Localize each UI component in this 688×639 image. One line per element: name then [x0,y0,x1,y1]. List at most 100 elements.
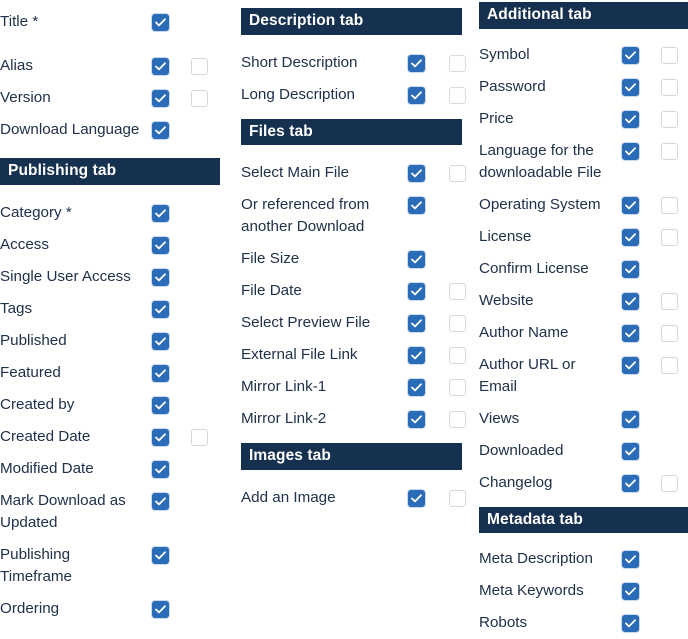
unchecked-checkbox-required-license[interactable] [661,228,678,246]
checked-checkbox-show-file-date[interactable] [408,283,425,300]
checked-checkbox-show-access[interactable] [152,236,169,254]
setting-row-password: Password [479,71,688,103]
unchecked-checkbox-required-long-description[interactable] [449,86,466,104]
unchecked-checkbox-required-author-url-or-email[interactable] [661,356,678,374]
setting-label: Single User Access [0,267,131,285]
checked-checkbox-show-title[interactable] [152,14,169,31]
checked-checkbox-show-category[interactable] [152,204,169,222]
unchecked-checkbox-required-language-for-the-downloadable-file[interactable] [661,142,678,160]
checked-checkbox-show-single-user-access[interactable] [152,268,169,286]
setting-row-created-by: Created by [0,389,235,421]
setting-label: External File Link [241,346,358,363]
checked-checkbox-show-external-file-link[interactable] [408,347,425,364]
checked-checkbox-show-published[interactable] [152,332,169,350]
checked-checkbox-show-mark-download-as-updated[interactable] [152,492,169,510]
checked-checkbox-show-price[interactable] [622,110,639,128]
checked-checkbox-show-operating-system[interactable] [622,196,639,214]
checked-checkbox-show-mirror-link-1[interactable] [408,379,425,396]
setting-label: Modified Date [0,459,94,477]
checked-checkbox-show-meta-description[interactable] [622,551,639,568]
setting-row-downloaded: Downloaded [479,435,688,467]
setting-row-operating-system: Operating System [479,189,688,221]
checked-checkbox-show-ordering[interactable] [152,600,169,618]
checked-checkbox-show-or-referenced-from-another-download[interactable] [408,197,425,214]
checked-checkbox-show-modified-date[interactable] [152,460,169,478]
checked-checkbox-show-views[interactable] [622,410,639,428]
checked-checkbox-show-confirm-license[interactable] [622,260,639,278]
setting-label: Or referenced from another Download [241,196,370,235]
unchecked-checkbox-required-alias[interactable] [191,58,208,75]
checked-checkbox-show-file-size[interactable] [408,251,425,268]
setting-label: Price [479,109,514,127]
checked-checkbox-show-tags[interactable] [152,300,169,318]
checked-checkbox-show-short-description[interactable] [408,54,425,72]
checked-checkbox-show-license[interactable] [622,228,639,246]
checked-checkbox-show-password[interactable] [622,78,639,96]
checked-checkbox-show-author-url-or-email[interactable] [622,356,639,374]
setting-label: Version [0,89,51,106]
checked-checkbox-show-language-for-the-downloadable-file[interactable] [622,142,639,160]
checked-checkbox-show-version[interactable] [152,90,169,107]
checked-checkbox-show-website[interactable] [622,292,639,310]
setting-row-access: Access [0,229,235,261]
unchecked-checkbox-required-select-preview-file[interactable] [449,315,466,332]
unchecked-checkbox-required-mirror-link-2[interactable] [449,411,466,428]
checked-checkbox-show-downloaded[interactable] [622,442,639,460]
checked-checkbox-show-mirror-link-2[interactable] [408,411,425,428]
unchecked-checkbox-required-short-description[interactable] [449,54,466,72]
setting-row-symbol: Symbol [479,39,688,71]
unchecked-checkbox-required-created-date[interactable] [191,428,208,446]
unchecked-checkbox-required-add-an-image[interactable] [449,489,466,507]
checked-checkbox-show-symbol[interactable] [622,46,639,64]
checked-checkbox-show-add-an-image[interactable] [408,489,425,507]
unchecked-checkbox-required-password[interactable] [661,78,678,96]
checked-checkbox-show-publishing-timeframe[interactable] [152,546,169,564]
unchecked-checkbox-required-external-file-link[interactable] [449,347,466,364]
setting-row-created-date: Created Date [0,421,235,453]
setting-row-mirror-link-2: Mirror Link-2 [241,403,481,435]
unchecked-checkbox-required-version[interactable] [191,90,208,107]
settings-column-middle: Description tab Short Description Long Des… [241,0,481,630]
unchecked-checkbox-required-operating-system[interactable] [661,196,678,214]
setting-row-publishing-timeframe: Publishing Timeframe [0,539,235,593]
setting-row-mirror-link-1: Mirror Link-1 [241,371,481,403]
checked-checkbox-show-robots[interactable] [622,615,639,632]
checked-checkbox-show-alias[interactable] [152,58,169,75]
setting-label: Mark Download as Updated [0,491,126,531]
unchecked-checkbox-required-file-date[interactable] [449,283,466,300]
checked-checkbox-show-created-date[interactable] [152,428,169,446]
unchecked-checkbox-required-changelog[interactable] [661,474,678,492]
setting-row-category: Category * [0,197,235,229]
checked-checkbox-show-changelog[interactable] [622,474,639,492]
checked-checkbox-show-long-description[interactable] [408,86,425,104]
unchecked-checkbox-required-mirror-link-1[interactable] [449,379,466,396]
setting-label: File Size [241,250,300,267]
checked-checkbox-show-select-main-file[interactable] [408,165,425,182]
unchecked-checkbox-required-select-main-file[interactable] [449,165,466,182]
setting-label: Short Description [241,53,358,71]
setting-row-file-size: File Size [241,243,481,275]
unchecked-checkbox-required-price[interactable] [661,110,678,128]
setting-label: Published [0,331,67,349]
setting-row-add-an-image: Add an Image [241,482,481,514]
checked-checkbox-show-featured[interactable] [152,364,169,382]
setting-label: Language for the downloadable File [479,141,602,181]
settings-column-left: Title * Alias Version Download Language Publ… [0,0,235,630]
checked-checkbox-show-created-by[interactable] [152,396,169,414]
checked-checkbox-show-select-preview-file[interactable] [408,315,425,332]
setting-row-file-date: File Date [241,275,481,307]
unchecked-checkbox-required-author-name[interactable] [661,324,678,342]
setting-row-short-description: Short Description [241,47,481,79]
setting-label: Author Name [479,323,569,341]
checked-checkbox-show-download-language[interactable] [152,122,169,139]
checked-checkbox-show-author-name[interactable] [622,324,639,342]
unchecked-checkbox-required-website[interactable] [661,292,678,310]
checked-checkbox-show-meta-keywords[interactable] [622,583,639,600]
unchecked-checkbox-required-symbol[interactable] [661,46,678,64]
setting-row-tags: Tags [0,293,235,325]
